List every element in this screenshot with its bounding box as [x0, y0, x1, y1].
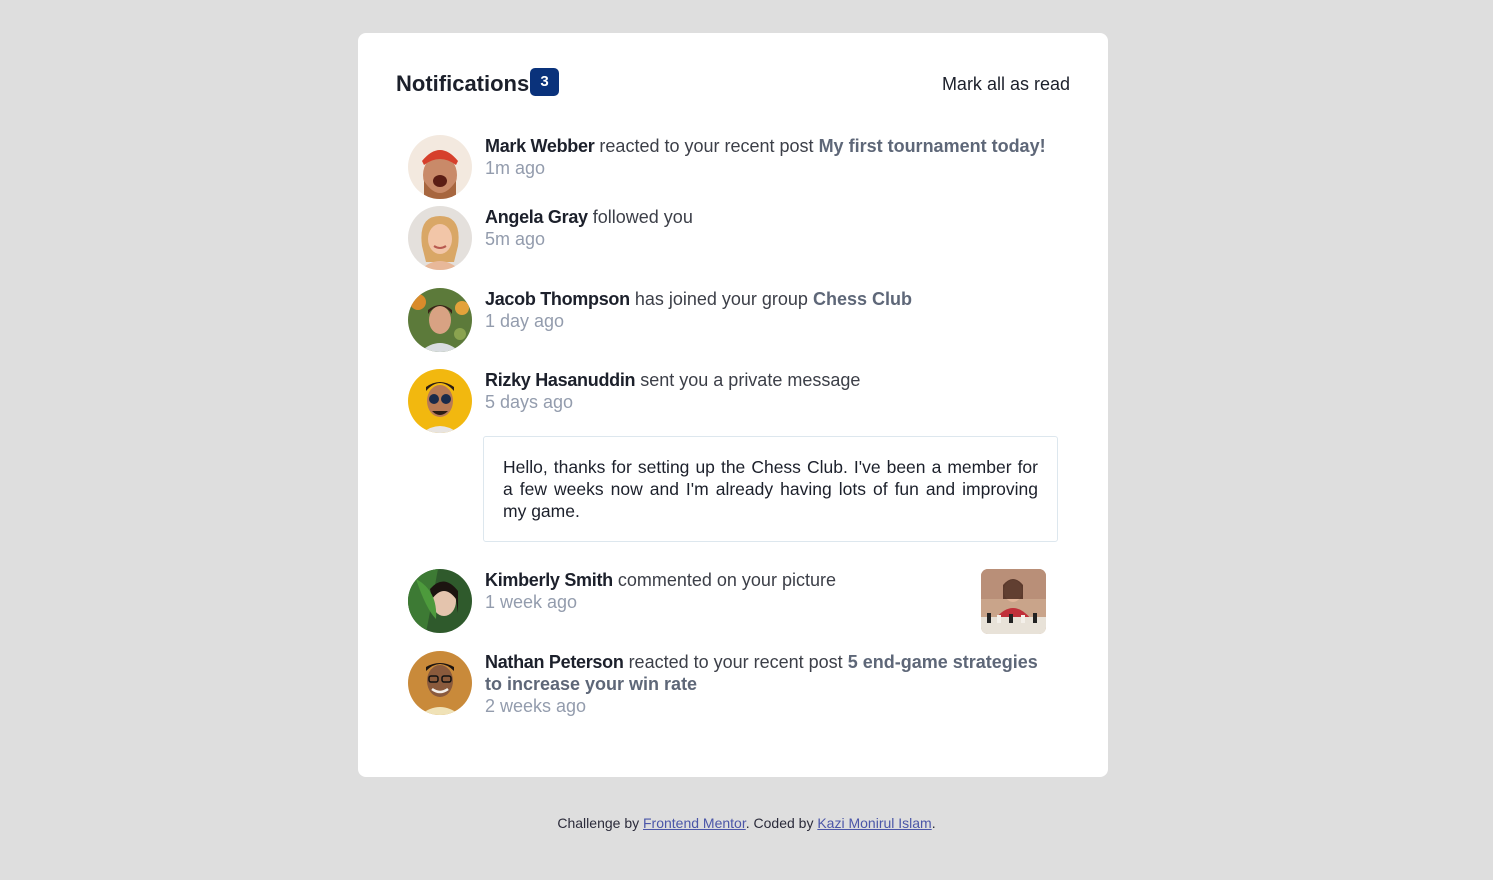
user-name[interactable]: Jacob Thompson: [485, 289, 630, 309]
avatar-kimberly-smith[interactable]: [408, 569, 472, 633]
user-name[interactable]: Kimberly Smith: [485, 570, 613, 590]
user-name[interactable]: Nathan Peterson: [485, 652, 624, 672]
footer-prefix: Challenge by: [557, 815, 640, 831]
notification-action: followed you: [592, 207, 693, 227]
frontend-mentor-link[interactable]: Frontend Mentor: [643, 815, 746, 831]
notification-text: Mark Webber reacted to your recent post …: [485, 135, 1055, 179]
avatar-nathan-peterson[interactable]: [408, 651, 472, 715]
notification-target[interactable]: My first tournament today!: [819, 136, 1046, 156]
avatar-angela-gray[interactable]: [408, 206, 472, 270]
notification-action: reacted to your recent post: [628, 652, 843, 672]
notification-action: sent you a private message: [640, 370, 861, 390]
notification-time: 1 week ago: [485, 592, 578, 612]
avatar-mark-webber[interactable]: [408, 135, 472, 199]
notification-time: 5 days ago: [485, 392, 574, 412]
notifications-title: Notifications: [396, 71, 530, 96]
footer-middle: . Coded by: [745, 815, 814, 831]
notification-text: Nathan Peterson reacted to your recent p…: [485, 651, 1055, 717]
notification-time: 2 weeks ago: [485, 696, 587, 716]
user-name[interactable]: Rizky Hasanuddin: [485, 370, 636, 390]
author-link[interactable]: Kazi Monirul Islam: [817, 815, 931, 831]
notification-action: has joined your group: [634, 289, 808, 309]
notification-target[interactable]: Chess Club: [813, 289, 912, 309]
notification-time: 5m ago: [485, 229, 546, 249]
notification-action: reacted to your recent post: [599, 136, 814, 156]
notification-action: commented on your picture: [617, 570, 836, 590]
notifications-header: Notifications 3 Mark all as read: [396, 68, 1070, 100]
unread-count-badge: 3: [530, 68, 559, 96]
avatar-rizky-hasanuddin[interactable]: [408, 369, 472, 433]
commented-picture-thumbnail[interactable]: [981, 569, 1046, 634]
notification-text: Rizky Hasanuddin sent you a private mess…: [485, 369, 1055, 413]
notification-text: Jacob Thompson has joined your group Che…: [485, 288, 1055, 332]
avatar-jacob-thompson[interactable]: [408, 288, 472, 352]
footer-suffix: .: [931, 815, 936, 831]
user-name[interactable]: Mark Webber: [485, 136, 595, 156]
notification-text: Angela Gray followed you 5m ago: [485, 206, 1055, 250]
notification-time: 1m ago: [485, 158, 546, 178]
user-name[interactable]: Angela Gray: [485, 207, 588, 227]
attribution-footer: Challenge by Frontend Mentor. Coded by K…: [0, 813, 1493, 833]
notification-time: 1 day ago: [485, 311, 565, 331]
mark-all-as-read-button[interactable]: Mark all as read: [942, 68, 1070, 100]
notification-text: Kimberly Smith commented on your picture…: [485, 569, 1055, 613]
notifications-card: Notifications 3 Mark all as read Mark We…: [358, 33, 1108, 777]
private-message-preview[interactable]: Hello, thanks for setting up the Chess C…: [483, 436, 1058, 542]
